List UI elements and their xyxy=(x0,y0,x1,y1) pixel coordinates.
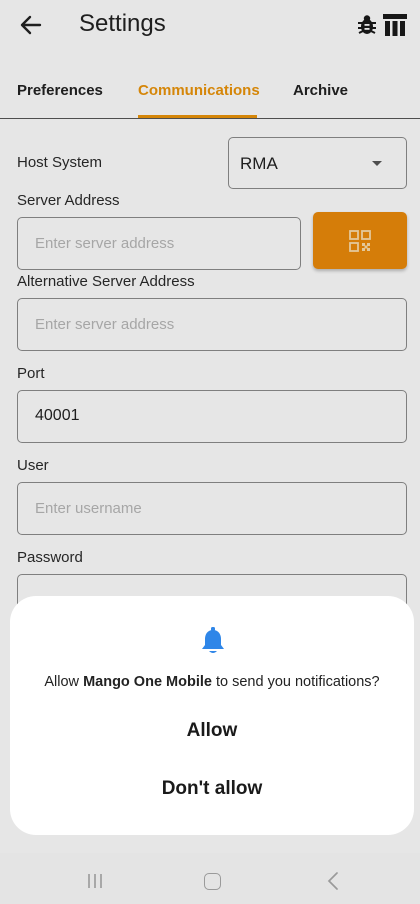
notification-permission-dialog: Allow Mango One Mobile to send you notif… xyxy=(10,596,414,835)
dont-allow-button[interactable]: Don't allow xyxy=(10,778,414,800)
recent-apps-icon[interactable] xyxy=(87,873,103,889)
app-name: Mango One Mobile xyxy=(83,674,212,690)
home-icon[interactable] xyxy=(204,873,221,890)
prompt-suffix: to send you notifications? xyxy=(211,674,380,690)
settings-screen: Settings Preferences Communications Arch… xyxy=(0,0,420,904)
allow-button[interactable]: Allow xyxy=(10,720,414,742)
bell-icon xyxy=(200,626,226,656)
nav-back-icon[interactable] xyxy=(326,872,340,890)
prompt-prefix: Allow xyxy=(44,674,84,690)
system-nav-bar xyxy=(0,853,420,904)
permission-prompt: Allow Mango One Mobile to send you notif… xyxy=(10,674,414,690)
